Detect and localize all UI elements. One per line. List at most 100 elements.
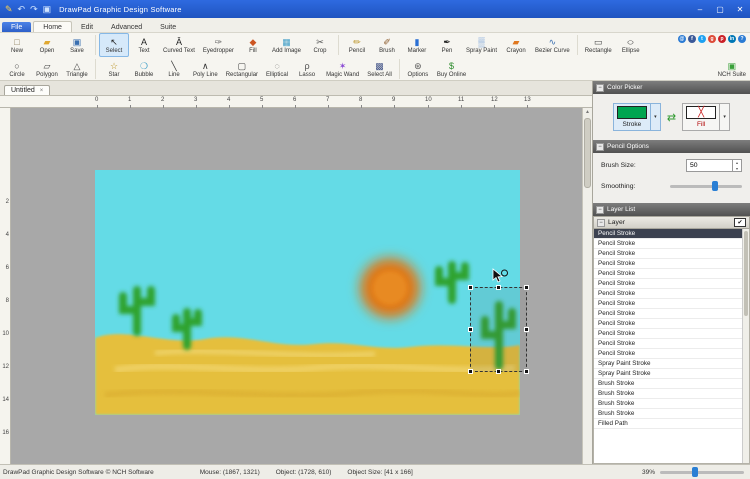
selection-handle[interactable] xyxy=(524,369,529,374)
tool-poly-line[interactable]: ∧Poly Line xyxy=(189,57,222,81)
document-tab[interactable]: Untitled × xyxy=(4,85,50,95)
tool-rectangle[interactable]: ▭Rectangle xyxy=(581,33,616,57)
layer-visibility-checkbox[interactable]: ✔ xyxy=(734,218,746,227)
brush-size-spinner[interactable]: ▴ ▾ xyxy=(732,160,741,171)
tool-crop[interactable]: ✂Crop xyxy=(305,33,335,57)
layer-list-scrollbar[interactable] xyxy=(742,229,749,463)
help-icon[interactable]: ? xyxy=(738,35,746,43)
stroke-dropdown-icon[interactable]: ▾ xyxy=(651,103,661,131)
tool-polygon[interactable]: ▱Polygon xyxy=(32,57,62,81)
tool-add-image[interactable]: ▦Add Image xyxy=(268,33,305,57)
share-icon[interactable]: @ xyxy=(678,35,686,43)
collapse-icon[interactable]: − xyxy=(597,219,605,227)
layer-row[interactable]: Pencil Stroke xyxy=(594,339,749,349)
layer-row[interactable]: Pencil Stroke xyxy=(594,319,749,329)
brush-size-input[interactable]: 50 ▴ ▾ xyxy=(686,159,742,172)
tool-select-all[interactable]: ▩Select All xyxy=(363,57,396,81)
layer-row[interactable]: Pencil Stroke xyxy=(594,329,749,339)
tool-lasso[interactable]: ρLasso xyxy=(292,57,322,81)
selection-handle[interactable] xyxy=(496,369,501,374)
scrollbar-thumb[interactable] xyxy=(584,118,591,188)
tool-fill[interactable]: ◆Fill xyxy=(238,33,268,57)
layer-row[interactable]: Brush Stroke xyxy=(594,399,749,409)
tool-triangle[interactable]: △Triangle xyxy=(62,57,92,81)
tool-pencil[interactable]: ✏Pencil xyxy=(342,33,372,57)
tool-elliptical[interactable]: ◌Elliptical xyxy=(262,57,292,81)
menu-tab-advanced[interactable]: Advanced xyxy=(102,22,151,32)
layer-row[interactable]: Brush Stroke xyxy=(594,389,749,399)
slider-thumb[interactable] xyxy=(692,467,698,477)
layer-row[interactable]: Pencil Stroke xyxy=(594,259,749,269)
zoom-slider[interactable] xyxy=(660,466,744,478)
slider-track[interactable] xyxy=(670,185,742,188)
fill-dropdown-icon[interactable]: ▾ xyxy=(720,103,730,131)
tool-rectangular[interactable]: ▢Rectangular xyxy=(222,57,262,81)
layer-row[interactable]: Pencil Stroke xyxy=(594,269,749,279)
tool-circle[interactable]: ○Circle xyxy=(2,57,32,81)
tool-nch-suite[interactable]: ▣NCH Suite xyxy=(714,57,750,81)
tool-bezier-curve[interactable]: ∿Bezier Curve xyxy=(531,33,574,57)
menu-tab-home[interactable]: Home xyxy=(33,21,72,32)
menu-tab-suite[interactable]: Suite xyxy=(151,22,185,32)
scroll-up-icon[interactable]: ▲ xyxy=(583,108,592,116)
tool-line[interactable]: ╲Line xyxy=(159,57,189,81)
smoothing-slider[interactable] xyxy=(670,180,742,192)
layer-row[interactable]: Pencil Stroke xyxy=(594,289,749,299)
menu-tab-file[interactable]: File xyxy=(2,22,31,32)
tool-magic-wand[interactable]: ✶Magic Wand xyxy=(322,57,363,81)
tab-close-icon[interactable]: × xyxy=(40,88,44,94)
collapse-icon[interactable]: − xyxy=(596,206,604,214)
stroke-color-button[interactable]: Stroke xyxy=(613,103,651,131)
twitter-icon[interactable]: t xyxy=(698,35,706,43)
tool-marker[interactable]: ▮Marker xyxy=(402,33,432,57)
layer-row[interactable]: Pencil Stroke xyxy=(594,229,749,239)
selection-rectangle[interactable] xyxy=(470,287,527,372)
pinterest-icon[interactable]: p xyxy=(718,35,726,43)
layer-row[interactable]: Spray Paint Stroke xyxy=(594,369,749,379)
selection-handle[interactable] xyxy=(524,327,529,332)
tool-pen[interactable]: ✒Pen xyxy=(432,33,462,57)
layer-row[interactable]: Brush Stroke xyxy=(594,409,749,419)
drawing-canvas[interactable] xyxy=(95,170,520,415)
tool-text[interactable]: AText xyxy=(129,33,159,57)
layer-row[interactable]: Pencil Stroke xyxy=(594,279,749,289)
tool-ellipse[interactable]: ○Ellipse xyxy=(616,33,646,57)
color-picker-header[interactable]: − Color Picker xyxy=(593,81,750,94)
selection-handle[interactable] xyxy=(468,327,473,332)
slider-track[interactable] xyxy=(660,471,744,474)
layer-row[interactable]: Spray Paint Stroke xyxy=(594,359,749,369)
maximize-button[interactable]: ▢ xyxy=(710,0,730,18)
fill-color-button[interactable]: ╳ Fill xyxy=(682,103,720,131)
tool-spray-paint[interactable]: ▒Spray Paint xyxy=(462,33,501,57)
canvas-vertical-scrollbar[interactable]: ▲ xyxy=(582,108,592,464)
close-button[interactable]: ✕ xyxy=(730,0,750,18)
layer-row[interactable]: Brush Stroke xyxy=(594,379,749,389)
layer-row[interactable]: Pencil Stroke xyxy=(594,299,749,309)
tool-select[interactable]: ↖Select xyxy=(99,33,129,57)
tool-buy-online[interactable]: $Buy Online xyxy=(433,57,470,81)
collapse-icon[interactable]: − xyxy=(596,143,604,151)
googleplus-icon[interactable]: g xyxy=(708,35,716,43)
selection-handle[interactable] xyxy=(524,285,529,290)
spin-down-icon[interactable]: ▾ xyxy=(733,166,741,172)
facebook-icon[interactable]: f xyxy=(688,35,696,43)
tool-new[interactable]: □New xyxy=(2,33,32,57)
tool-star[interactable]: ☆Star xyxy=(99,57,129,81)
scrollbar-thumb[interactable] xyxy=(744,231,748,316)
tool-options[interactable]: ⊛Options xyxy=(403,57,433,81)
quick-save-icon[interactable]: ▣ xyxy=(43,0,52,18)
layer-row[interactable]: Filled Path xyxy=(594,419,749,429)
app-icon[interactable]: ✎ xyxy=(5,0,13,18)
redo-icon[interactable]: ↷ xyxy=(30,0,38,18)
selection-handle[interactable] xyxy=(468,369,473,374)
pencil-options-header[interactable]: − Pencil Options xyxy=(593,140,750,153)
undo-icon[interactable]: ↶ xyxy=(18,0,26,18)
tool-brush[interactable]: ✐Brush xyxy=(372,33,402,57)
layer-row[interactable]: Pencil Stroke xyxy=(594,349,749,359)
swap-colors-icon[interactable]: ⇄ xyxy=(666,111,677,124)
tool-save[interactable]: ▣Save xyxy=(62,33,92,57)
layer-list-header[interactable]: − Layer List xyxy=(593,203,750,216)
slider-thumb[interactable] xyxy=(712,181,718,191)
tool-open[interactable]: ▰Open xyxy=(32,33,62,57)
layer-row[interactable]: Pencil Stroke xyxy=(594,249,749,259)
